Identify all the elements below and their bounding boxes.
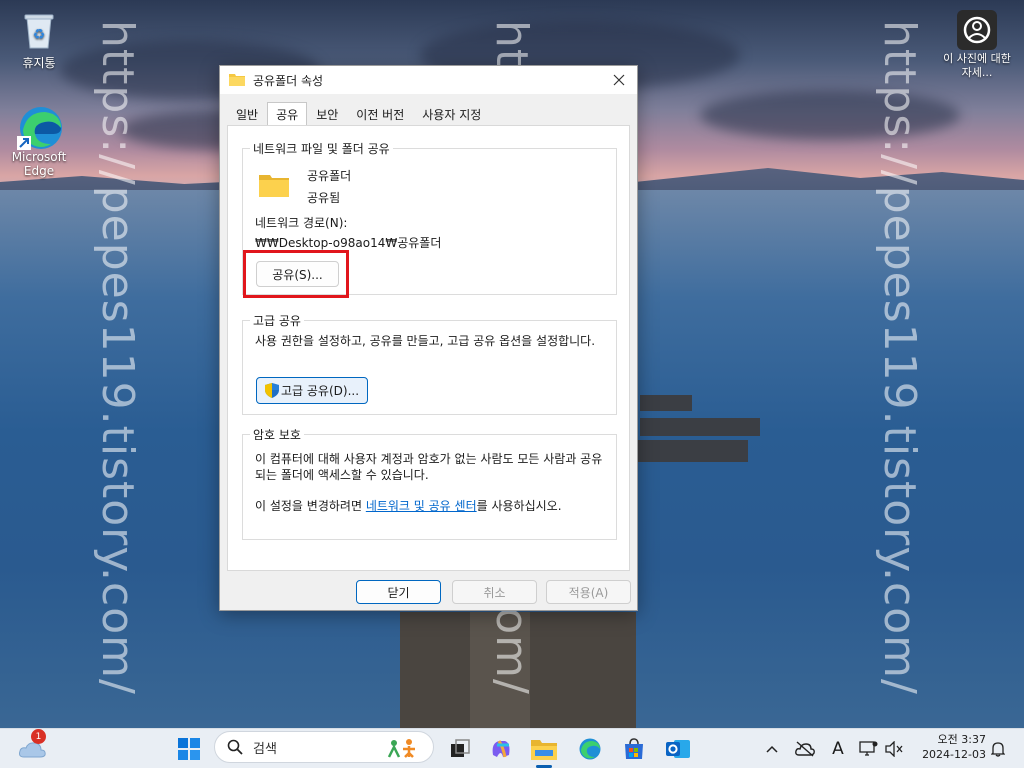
clock-time: 오전 3:37 — [937, 733, 986, 746]
outlook-icon — [666, 740, 690, 758]
edge-icon — [17, 104, 62, 150]
watermark-text: https://pepes119.tistory.com/ — [92, 20, 143, 695]
start-button[interactable] — [175, 735, 203, 763]
weather-widget[interactable]: 1 — [18, 729, 46, 763]
network-sharing-group-label: 네트워크 파일 및 폴더 공유 — [250, 140, 393, 157]
bell-icon — [991, 742, 1005, 757]
camera-info-icon — [957, 10, 997, 50]
edge-shortcut[interactable]: Microsoft Edge — [4, 104, 74, 178]
onedrive-status[interactable] — [794, 735, 816, 763]
network-path-label: 네트워크 경로(N): — [255, 216, 348, 230]
cancel-button[interactable]: 취소 — [452, 580, 537, 604]
volume-status[interactable] — [884, 735, 904, 763]
uac-shield-icon — [264, 383, 279, 398]
tab-previous-versions[interactable]: 이전 버전 — [347, 104, 413, 125]
tab-general[interactable]: 일반 — [227, 104, 267, 125]
search-placeholder: 검색 — [253, 741, 277, 757]
task-view-icon — [451, 739, 470, 757]
wallpaper-pier-post — [640, 418, 760, 436]
windows-logo-icon — [178, 738, 200, 760]
sharing-tab-panel: 네트워크 파일 및 폴더 공유 공유폴더 공유됨 네트워크 경로(N): ₩₩D… — [227, 125, 630, 571]
speaker-muted-icon — [885, 741, 903, 757]
ime-indicator[interactable]: A — [828, 735, 848, 763]
tab-strip: 일반 공유 보안 이전 버전 사용자 지정 — [227, 102, 490, 126]
edge-icon — [579, 738, 601, 760]
properties-dialog: 공유폴더 속성 일반 공유 보안 이전 버전 사용자 지정 네트워크 파일 및 … — [219, 65, 638, 611]
recycle-bin-icon: ♻ — [17, 8, 61, 52]
taskbar-search[interactable]: 검색 — [214, 731, 434, 763]
cloud-offline-icon — [795, 741, 815, 757]
advanced-sharing-button-label: 고급 공유(D)... — [280, 384, 360, 398]
recycle-bin-label: 휴지통 — [22, 56, 56, 70]
close-icon — [613, 74, 625, 86]
clock-date: 2024-12-03 — [922, 748, 986, 761]
hint-suffix: 를 사용하십시오. — [476, 499, 562, 513]
notifications-button[interactable] — [988, 735, 1008, 763]
password-protection-hint: 이 설정을 변경하려면 네트워크 및 공유 센터를 사용하십시오. — [255, 497, 613, 514]
shared-folder-icon — [259, 173, 289, 200]
password-protection-description: 이 컴퓨터에 대해 사용자 계정과 암호가 없는 사람도 모든 사람과 공유되는… — [255, 452, 603, 482]
photo-info-label: 이 사진에 대한 자세... — [943, 52, 1011, 79]
tab-sharing[interactable]: 공유 — [267, 102, 308, 125]
advanced-sharing-group-label: 고급 공유 — [250, 312, 304, 329]
share-status: 공유됨 — [307, 191, 341, 205]
copilot-icon — [492, 740, 510, 758]
search-highlight-icon — [385, 737, 419, 762]
tab-customize[interactable]: 사용자 지정 — [413, 104, 490, 125]
close-button[interactable] — [607, 69, 631, 91]
network-sharing-center-link[interactable]: 네트워크 및 공유 센터 — [366, 499, 477, 513]
task-view-button[interactable] — [446, 735, 474, 763]
network-status[interactable] — [858, 735, 880, 763]
search-icon — [227, 739, 243, 755]
svg-text:♻: ♻ — [33, 27, 46, 43]
store-icon — [625, 738, 643, 759]
advanced-sharing-group: 고급 공유 사용 권한을 설정하고, 공유를 만들고, 고급 공유 옵션을 설정… — [242, 312, 617, 415]
chevron-up-icon — [766, 745, 778, 753]
advanced-sharing-description: 사용 권한을 설정하고, 공유를 만들고, 고급 공유 옵션을 설정합니다. — [255, 334, 596, 348]
wallpaper-pier-post — [638, 440, 748, 462]
system-clock[interactable]: 오전 3:37 2024-12-03 — [922, 732, 986, 762]
dialog-titlebar[interactable]: 공유폴더 속성 — [220, 66, 637, 94]
file-explorer-button[interactable] — [530, 735, 558, 768]
file-explorer-icon — [531, 740, 557, 760]
password-protection-group-label: 암호 보호 — [250, 426, 304, 443]
microsoft-store-button[interactable] — [620, 735, 648, 763]
show-hidden-icons-button[interactable] — [762, 735, 782, 763]
wallpaper-pier-post — [640, 395, 692, 411]
recycle-bin-shortcut[interactable]: ♻ 휴지통 — [4, 8, 74, 71]
advanced-sharing-button[interactable]: 고급 공유(D)... — [256, 377, 368, 404]
network-path-value: ₩₩Desktop-o98ao14₩공유폴더 — [255, 236, 442, 250]
photo-info-shortcut[interactable]: 이 사진에 대한 자세... — [940, 10, 1014, 80]
taskbar: 1 검색 A 오전 3:37 2024-12-03 — [0, 728, 1024, 768]
notification-badge: 1 — [31, 729, 46, 744]
network-sharing-group: 네트워크 파일 및 폴더 공유 공유폴더 공유됨 네트워크 경로(N): ₩₩D… — [242, 140, 617, 298]
edge-taskbar-button[interactable] — [576, 735, 604, 763]
share-button[interactable]: 공유(S)... — [256, 261, 339, 287]
hint-prefix: 이 설정을 변경하려면 — [255, 499, 366, 513]
copilot-button[interactable] — [487, 735, 515, 763]
tab-security[interactable]: 보안 — [307, 104, 347, 125]
folder-name: 공유폴더 — [307, 169, 352, 183]
close-dialog-button[interactable]: 닫기 — [356, 580, 441, 604]
outlook-button[interactable] — [664, 735, 692, 763]
monitor-network-icon — [859, 741, 878, 756]
dialog-title: 공유폴더 속성 — [253, 73, 324, 88]
folder-icon — [229, 72, 245, 89]
watermark-text: https://pepes119.tistory.com/ — [874, 20, 925, 695]
password-protection-group: 암호 보호 이 컴퓨터에 대해 사용자 계정과 암호가 없는 사람도 모든 사람… — [242, 426, 617, 540]
edge-label: Microsoft Edge — [11, 150, 67, 178]
apply-button[interactable]: 적용(A) — [546, 580, 631, 604]
